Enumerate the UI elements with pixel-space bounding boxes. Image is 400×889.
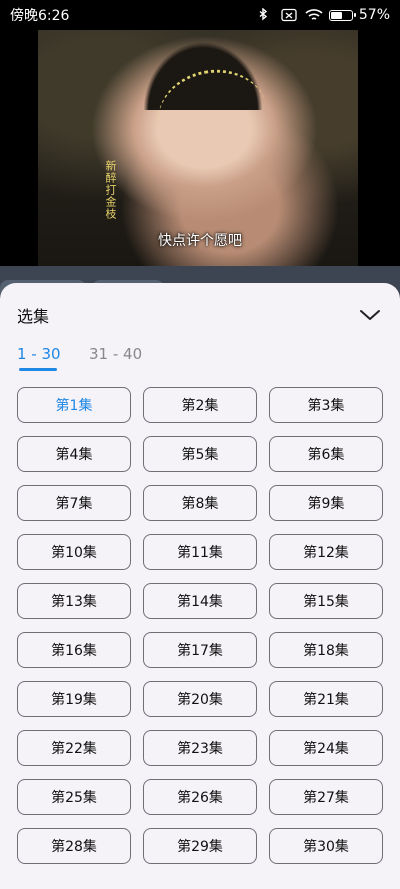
episode-button[interactable]: 第5集	[143, 436, 257, 472]
episode-button[interactable]: 第17集	[143, 632, 257, 668]
episode-sheet: 选集 1 - 30 31 - 40 第1集 第2集 第3集 第4集 第5集 第6集 第7集第…	[0, 283, 400, 889]
episode-button[interactable]: 第22集	[17, 730, 131, 766]
sheet-title: 选集	[17, 307, 50, 326]
video-side-title: 新醉打金枝	[104, 160, 117, 220]
episode-button[interactable]: 第18集	[269, 632, 383, 668]
episode-button[interactable]: 第7集	[17, 485, 131, 521]
episode-button[interactable]: 第8集	[143, 485, 257, 521]
episode-button[interactable]: 第29集	[143, 828, 257, 864]
tab-range-1-30[interactable]: 1 - 30	[17, 345, 61, 363]
episode-button[interactable]: 第24集	[269, 730, 383, 766]
chevron-down-icon	[360, 310, 380, 320]
status-time: 傍晚6:26	[10, 8, 70, 24]
video-subtitle: 快点许个愿吧	[158, 233, 242, 249]
episode-grid: 第1集 第2集 第3集 第4集 第5集 第6集 第7集 第8集 第9集 第10集 第11集 第12集第…	[17, 387, 383, 864]
episode-button[interactable]: 第6集	[269, 436, 383, 472]
episode-button[interactable]: 第28集	[17, 828, 131, 864]
episode-button[interactable]: 第15集	[269, 583, 383, 619]
sim-icon	[281, 8, 299, 22]
episode-button[interactable]: 第26集	[143, 779, 257, 815]
episode-button[interactable]: 第11集	[143, 534, 257, 570]
episode-button[interactable]: 第25集	[17, 779, 131, 815]
video-player[interactable]: 新醉打金枝 快点许个愿吧	[0, 30, 400, 266]
episode-button[interactable]: 第30集	[269, 828, 383, 864]
episode-button[interactable]: 第14集	[143, 583, 257, 619]
status-bar: 傍晚6:26 57%	[0, 0, 400, 30]
episode-button[interactable]: 第2集	[143, 387, 257, 423]
episode-button[interactable]: 第4集	[17, 436, 131, 472]
battery-fill	[330, 11, 342, 19]
episode-button[interactable]: 第19集	[17, 681, 131, 717]
battery-icon	[328, 9, 356, 21]
active-tab-indicator	[19, 368, 57, 371]
tab-range-31-40[interactable]: 31 - 40	[89, 345, 142, 363]
episode-button[interactable]: 第27集	[269, 779, 383, 815]
status-icons: 57%	[257, 7, 390, 23]
episode-button[interactable]: 第20集	[143, 681, 257, 717]
episode-button[interactable]: 第23集	[143, 730, 257, 766]
episode-button[interactable]: 第10集	[17, 534, 131, 570]
collapse-button[interactable]	[356, 303, 384, 327]
episode-button[interactable]: 第1集	[17, 387, 131, 423]
episode-button[interactable]: 第16集	[17, 632, 131, 668]
episode-button[interactable]: 第3集	[269, 387, 383, 423]
battery-percent: 57%	[358, 7, 390, 23]
episode-button[interactable]: 第12集	[269, 534, 383, 570]
wifi-icon	[305, 8, 323, 22]
bluetooth-icon	[257, 7, 275, 22]
episode-button[interactable]: 第21集	[269, 681, 383, 717]
episode-button[interactable]: 第13集	[17, 583, 131, 619]
episode-button[interactable]: 第9集	[269, 485, 383, 521]
